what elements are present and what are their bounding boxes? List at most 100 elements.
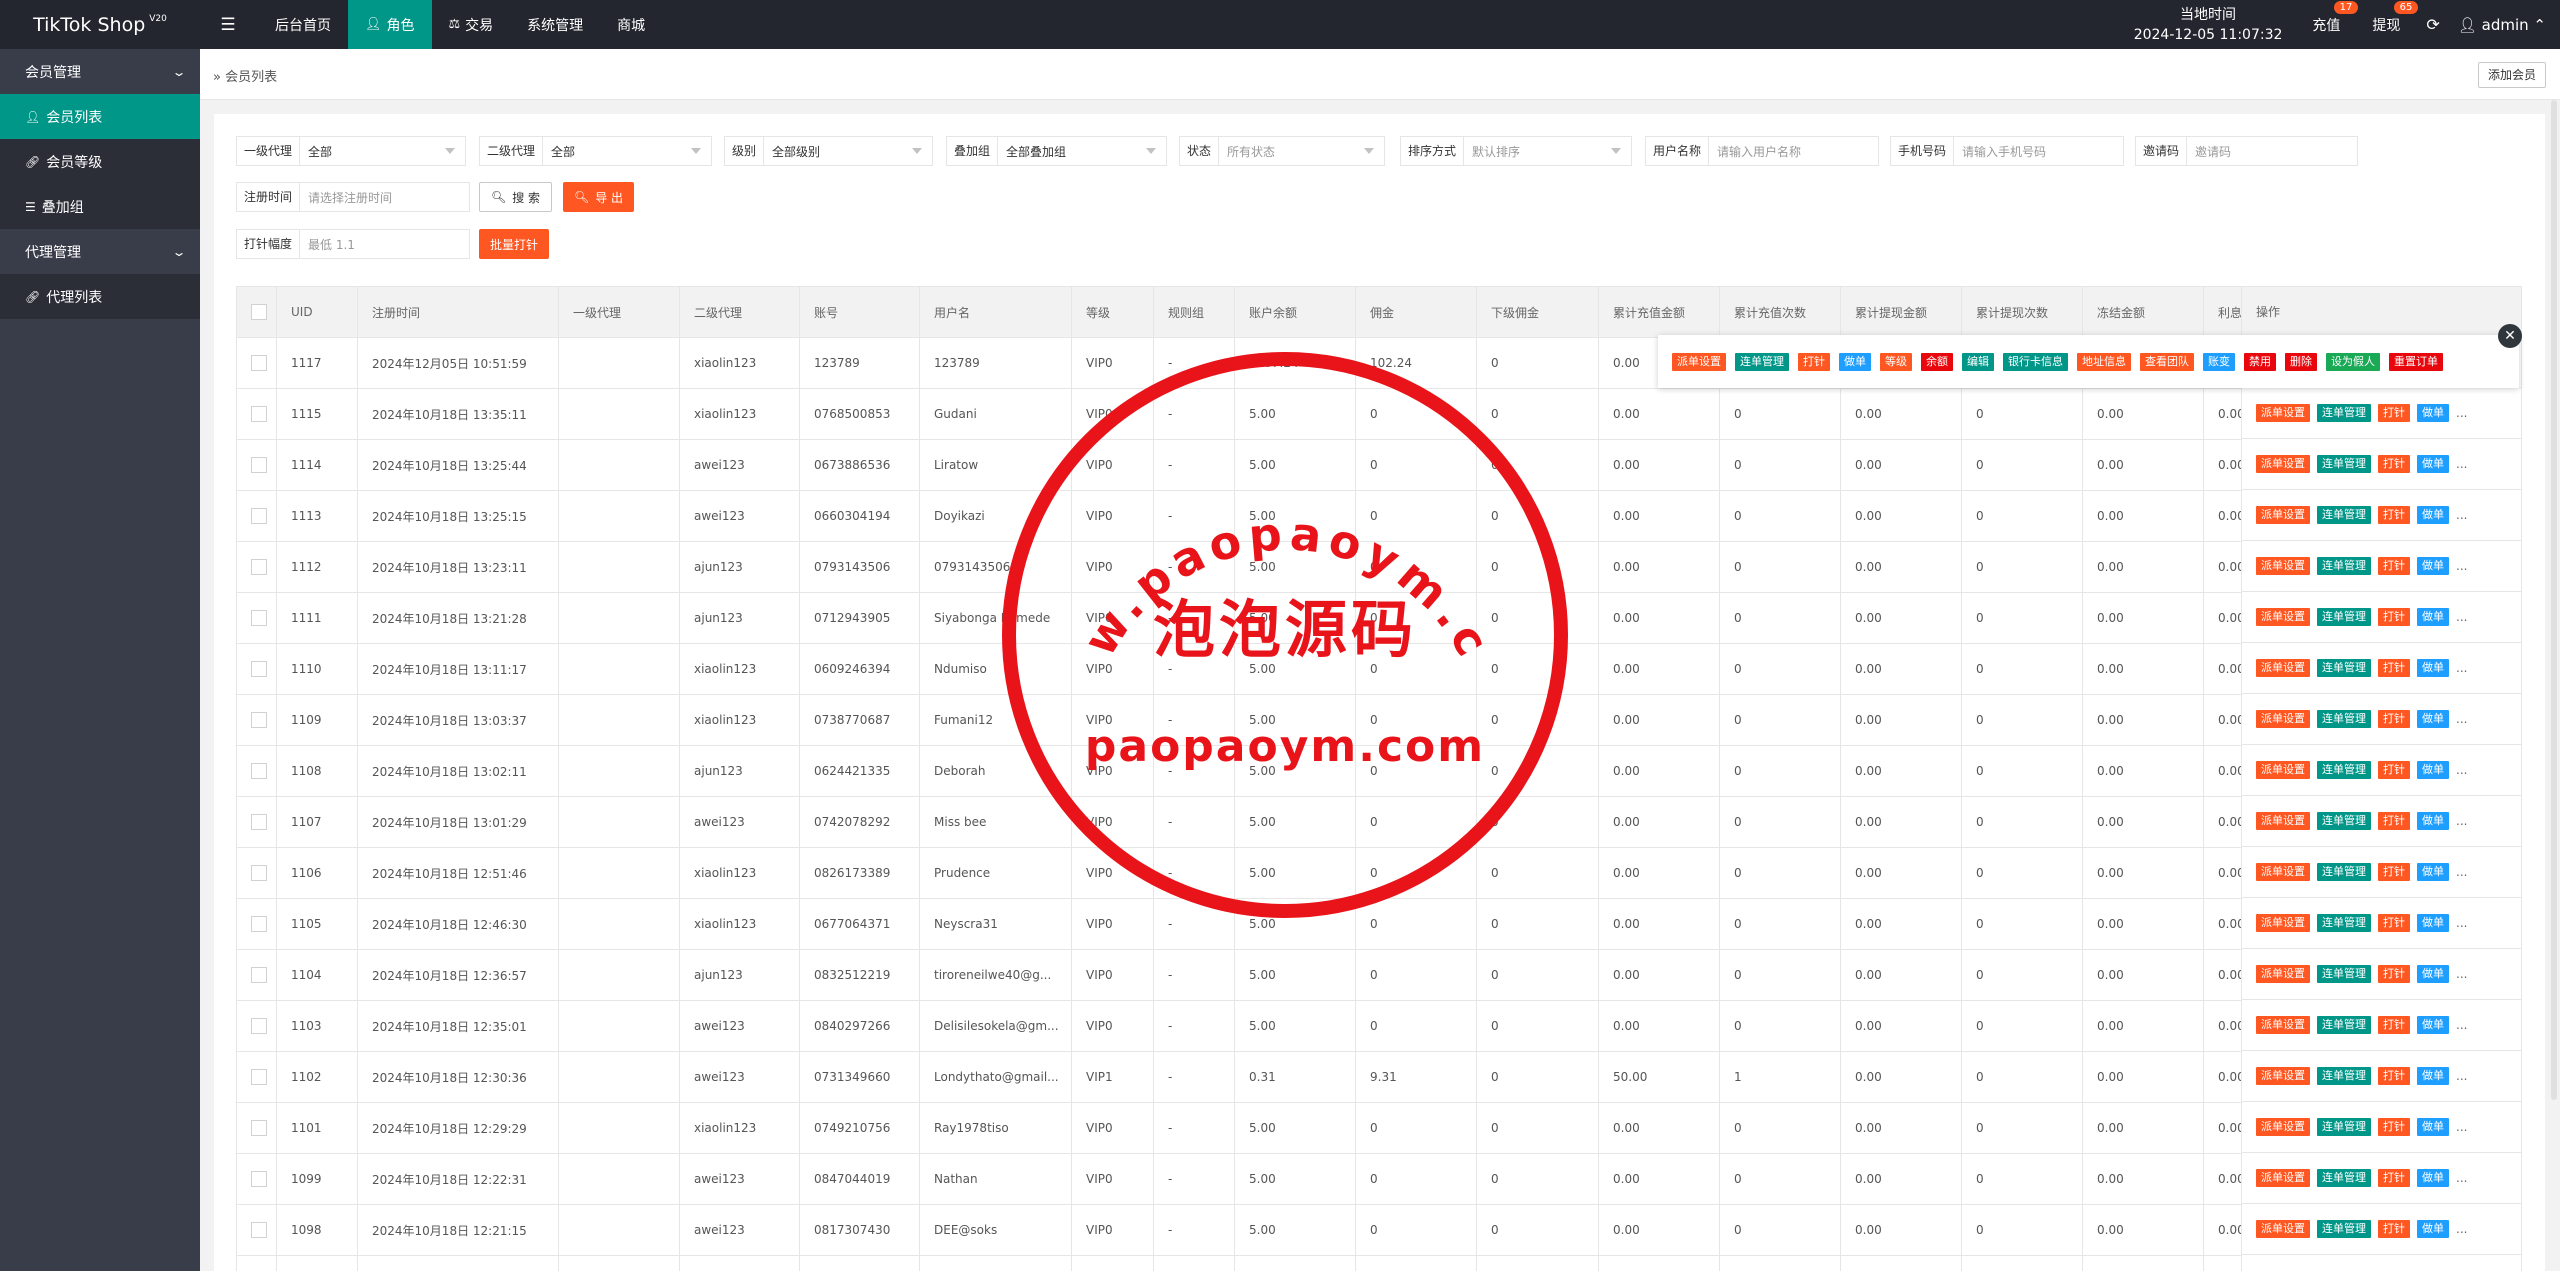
popup-action-button[interactable]: 连单管理	[1735, 352, 1789, 371]
more-actions-button[interactable]: ...	[2456, 406, 2467, 420]
row-action-button[interactable]: 打针	[2378, 1220, 2410, 1238]
table-row[interactable]: 1106 2024年10月18日 12:51:46 xiaolin123 082617…	[236, 847, 2325, 899]
row-action-button[interactable]: 连单管理	[2317, 404, 2371, 422]
search-button[interactable]: 🔍︎ 搜 索	[479, 182, 553, 212]
row-action-button[interactable]: 连单管理	[2317, 506, 2371, 524]
popup-action-button[interactable]: 重置订单	[2389, 352, 2443, 371]
row-action-button[interactable]: 连单管理	[2317, 863, 2371, 881]
filter-level[interactable]: 级别 全部级别	[724, 136, 933, 166]
filter-register-time[interactable]: 注册时间 请选择注册时间	[236, 182, 470, 212]
row-checkbox[interactable]	[251, 1222, 267, 1238]
sidebar-item-agent-list[interactable]: 🔗︎ 代理列表	[0, 274, 200, 319]
row-action-button[interactable]: 做单	[2417, 863, 2449, 881]
more-actions-button[interactable]: ...	[2456, 508, 2467, 522]
filter-invite-code[interactable]: 邀请码 邀请码	[2135, 136, 2358, 166]
row-action-button[interactable]: 做单	[2417, 1118, 2449, 1136]
row-checkbox[interactable]	[251, 406, 267, 422]
table-row[interactable]: 1113 2024年10月18日 13:25:15 awei123 066030419…	[236, 490, 2325, 542]
row-action-button[interactable]: 做单	[2417, 455, 2449, 473]
filter-status[interactable]: 状态 所有状态	[1179, 136, 1385, 166]
row-action-button[interactable]: 派单设置	[2256, 659, 2310, 677]
popup-action-button[interactable]: 禁用	[2244, 352, 2276, 371]
row-action-button[interactable]: 连单管理	[2317, 1118, 2371, 1136]
table-row[interactable]: 1098 2024年10月18日 12:21:15 awei123 081730743…	[236, 1204, 2325, 1256]
more-actions-button[interactable]: ...	[2456, 559, 2467, 573]
row-action-button[interactable]: 连单管理	[2317, 455, 2371, 473]
withdraw-link[interactable]: 提现 65	[2372, 0, 2419, 35]
more-actions-button[interactable]: ...	[2456, 1069, 2467, 1083]
export-button[interactable]: 🔍︎ 导 出	[563, 182, 635, 212]
row-action-button[interactable]: 派单设置	[2256, 1169, 2310, 1187]
table-row[interactable]: 1112 2024年10月18日 13:23:11 ajun123 079314350…	[236, 541, 2325, 593]
table-row[interactable]	[236, 1255, 2325, 1271]
row-action-button[interactable]: 派单设置	[2256, 608, 2310, 626]
table-row[interactable]: 1111 2024年10月18日 13:21:28 ajun123 071294390…	[236, 592, 2325, 644]
popup-action-button[interactable]: 地址信息	[2077, 352, 2131, 371]
popup-action-button[interactable]: 余额	[1921, 352, 1953, 371]
sidebar-item-member-level[interactable]: 🔗︎ 会员等级	[0, 139, 200, 184]
row-action-button[interactable]: 做单	[2417, 1220, 2449, 1238]
filter-agent2[interactable]: 二级代理 全部	[479, 136, 712, 166]
row-action-button[interactable]: 打针	[2378, 557, 2410, 575]
more-actions-button[interactable]: ...	[2456, 916, 2467, 930]
row-action-button[interactable]: 连单管理	[2317, 608, 2371, 626]
nav-system[interactable]: 系统管理	[510, 0, 600, 49]
row-action-button[interactable]: 连单管理	[2317, 1169, 2371, 1187]
select-all-checkbox[interactable]	[251, 304, 267, 320]
row-action-button[interactable]: 连单管理	[2317, 1220, 2371, 1238]
row-action-button[interactable]: 连单管理	[2317, 659, 2371, 677]
user-menu[interactable]: 👤︎ admin ⌃	[2458, 16, 2546, 34]
table-row[interactable]: 1099 2024年10月18日 12:22:31 awei123 084704401…	[236, 1153, 2325, 1205]
popup-action-button[interactable]: 打针	[1798, 352, 1830, 371]
app-logo[interactable]: TikTok Shop V20	[0, 0, 200, 49]
table-row[interactable]: 1105 2024年10月18日 12:46:30 xiaolin123 067706…	[236, 898, 2325, 950]
table-row[interactable]: 1103 2024年10月18日 12:35:01 awei123 084029726…	[236, 1000, 2325, 1052]
filter-sort[interactable]: 排序方式 默认排序	[1400, 136, 1632, 166]
breadcrumb-current[interactable]: 会员列表	[225, 70, 277, 85]
row-action-button[interactable]: 派单设置	[2256, 965, 2310, 983]
row-checkbox[interactable]	[251, 610, 267, 626]
row-action-button[interactable]: 派单设置	[2256, 557, 2310, 575]
row-action-button[interactable]: 做单	[2417, 659, 2449, 677]
row-action-button[interactable]: 做单	[2417, 608, 2449, 626]
recharge-link[interactable]: 充值 17	[2312, 0, 2359, 35]
row-action-button[interactable]: 打针	[2378, 1016, 2410, 1034]
table-row[interactable]: 1107 2024年10月18日 13:01:29 awei123 074207829…	[236, 796, 2325, 848]
row-action-button[interactable]: 连单管理	[2317, 710, 2371, 728]
table-row[interactable]: 1110 2024年10月18日 13:11:17 xiaolin123 060924…	[236, 643, 2325, 695]
row-action-button[interactable]: 派单设置	[2256, 761, 2310, 779]
row-checkbox[interactable]	[251, 814, 267, 830]
more-actions-button[interactable]: ...	[2456, 1120, 2467, 1134]
row-action-button[interactable]: 打针	[2378, 863, 2410, 881]
row-action-button[interactable]: 连单管理	[2317, 761, 2371, 779]
popup-action-button[interactable]: 设为假人	[2326, 352, 2380, 371]
sidebar-item-member-list[interactable]: 👤︎ 会员列表	[0, 94, 200, 139]
sidebar-group-members[interactable]: 会员管理 ⌄	[0, 49, 200, 94]
nav-home[interactable]: 后台首页	[258, 0, 348, 49]
row-action-button[interactable]: 派单设置	[2256, 863, 2310, 881]
row-action-button[interactable]: 派单设置	[2256, 1016, 2310, 1034]
row-action-button[interactable]: 做单	[2417, 557, 2449, 575]
more-actions-button[interactable]: ...	[2456, 865, 2467, 879]
filter-agent1[interactable]: 一级代理 全部	[236, 136, 466, 166]
filter-username[interactable]: 用户名称 请输入用户名称	[1645, 136, 1879, 166]
row-action-button[interactable]: 做单	[2417, 1016, 2449, 1034]
row-checkbox[interactable]	[251, 865, 267, 881]
popup-action-button[interactable]: 银行卡信息	[2003, 352, 2068, 371]
row-action-button[interactable]: 打针	[2378, 506, 2410, 524]
row-action-button[interactable]: 派单设置	[2256, 914, 2310, 932]
row-checkbox[interactable]	[251, 1018, 267, 1034]
row-action-button[interactable]: 做单	[2417, 404, 2449, 422]
close-icon[interactable]: ✕	[2498, 324, 2522, 348]
row-checkbox[interactable]	[251, 916, 267, 932]
row-action-button[interactable]: 打针	[2378, 659, 2410, 677]
row-action-button[interactable]: 打针	[2378, 710, 2410, 728]
row-action-button[interactable]: 派单设置	[2256, 1067, 2310, 1085]
menu-toggle-icon[interactable]: ☰	[210, 0, 246, 49]
row-checkbox[interactable]	[251, 508, 267, 524]
row-checkbox[interactable]	[251, 712, 267, 728]
row-action-button[interactable]: 做单	[2417, 812, 2449, 830]
scrollbar[interactable]	[2551, 100, 2557, 1100]
refresh-icon[interactable]: ⟳	[2426, 15, 2439, 34]
row-action-button[interactable]: 派单设置	[2256, 404, 2310, 422]
